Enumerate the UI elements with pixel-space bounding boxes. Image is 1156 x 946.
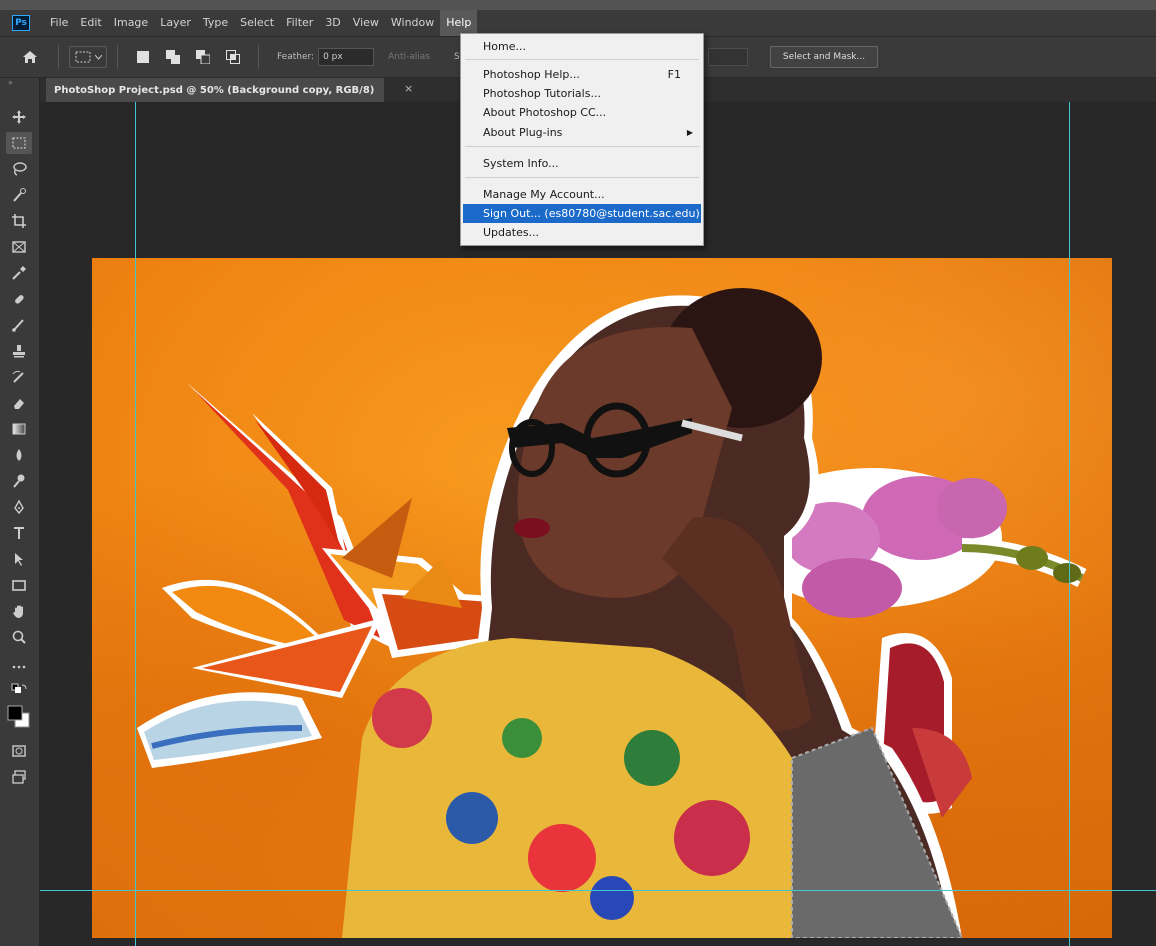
- crop-tool-icon[interactable]: [6, 210, 32, 232]
- foreground-background-colors[interactable]: [6, 702, 32, 734]
- vertical-guide[interactable]: [1069, 102, 1070, 946]
- blur-tool-icon[interactable]: [6, 444, 32, 466]
- feather-label: Feather:: [277, 52, 315, 62]
- menu-3d[interactable]: 3D: [319, 10, 346, 36]
- eyedropper-tool-icon[interactable]: [6, 262, 32, 284]
- edit-toolbar-icon[interactable]: [6, 656, 32, 678]
- intersect-with-selection-icon[interactable]: [225, 49, 241, 65]
- menu-item-home[interactable]: Home...: [463, 37, 701, 56]
- brush-tool-icon[interactable]: [6, 314, 32, 336]
- menu-item-photoshop-tutorials[interactable]: Photoshop Tutorials...: [463, 84, 701, 103]
- default-colors-icon[interactable]: [6, 683, 32, 698]
- menu-type[interactable]: Type: [197, 10, 234, 36]
- collage-artwork: [137, 288, 1087, 938]
- menu-item-about-plug-ins[interactable]: About Plug-ins ▶: [463, 123, 701, 142]
- rectangular-marquee-tool-icon[interactable]: [6, 132, 32, 154]
- clone-stamp-tool-icon[interactable]: [6, 340, 32, 362]
- document-canvas[interactable]: [92, 258, 1112, 938]
- menu-item-photoshop-help[interactable]: Photoshop Help... F1: [463, 65, 701, 84]
- tools-panel: »: [0, 78, 40, 946]
- history-brush-tool-icon[interactable]: [6, 366, 32, 388]
- menu-image[interactable]: Image: [108, 10, 154, 36]
- collapse-arrows-icon[interactable]: »: [8, 78, 13, 87]
- height-field[interactable]: [708, 48, 748, 66]
- marquee-preset-icon: [75, 51, 90, 63]
- menu-filter[interactable]: Filter: [280, 10, 319, 36]
- hand-tool-icon[interactable]: [6, 600, 32, 622]
- move-tool-icon[interactable]: [6, 106, 32, 128]
- select-and-mask-button[interactable]: Select and Mask...: [770, 46, 878, 68]
- submenu-arrow-icon: ▶: [686, 128, 693, 137]
- new-selection-icon[interactable]: [135, 49, 151, 65]
- menu-item-updates[interactable]: Updates...: [463, 223, 701, 242]
- gradient-tool-icon[interactable]: [6, 418, 32, 440]
- photoshop-window: Ps File Edit Image Layer Type Select Fil…: [0, 0, 1156, 946]
- separator: [465, 177, 699, 178]
- menu-view[interactable]: View: [347, 10, 385, 36]
- pen-tool-icon[interactable]: [6, 496, 32, 518]
- separator: [58, 45, 59, 69]
- menu-item-system-info[interactable]: System Info...: [463, 154, 701, 173]
- add-to-selection-icon[interactable]: [165, 49, 181, 65]
- menu-select[interactable]: Select: [234, 10, 280, 36]
- subtract-from-selection-icon[interactable]: [195, 49, 211, 65]
- tool-preset-picker[interactable]: [69, 46, 107, 68]
- path-selection-tool-icon[interactable]: [6, 548, 32, 570]
- lasso-tool-icon[interactable]: [6, 158, 32, 180]
- close-tab-icon[interactable]: ×: [404, 82, 413, 95]
- help-menu-dropdown: Home... Photoshop Help... F1 Photoshop Tu…: [460, 33, 704, 246]
- screen-mode-icon[interactable]: [6, 766, 32, 788]
- menu-item-manage-account[interactable]: Manage My Account...: [463, 185, 701, 204]
- menu-item-sign-out[interactable]: Sign Out... (es80780@student.sac.edu): [463, 204, 701, 223]
- document-tab[interactable]: PhotoShop Project.psd @ 50% (Background …: [46, 78, 384, 102]
- shortcut-label: F1: [667, 68, 681, 81]
- vertical-guide[interactable]: [135, 102, 136, 946]
- menu-item-about-photoshop[interactable]: About Photoshop CC...: [463, 103, 701, 122]
- quick-selection-tool-icon[interactable]: [6, 184, 32, 206]
- separator: [258, 45, 259, 69]
- photoshop-logo-icon: Ps: [12, 15, 30, 31]
- rectangle-tool-icon[interactable]: [6, 574, 32, 596]
- menu-file[interactable]: File: [44, 10, 74, 36]
- dodge-tool-icon[interactable]: [6, 470, 32, 492]
- separator: [465, 146, 699, 147]
- home-icon[interactable]: [12, 39, 48, 75]
- zoom-tool-icon[interactable]: [6, 626, 32, 648]
- eraser-tool-icon[interactable]: [6, 392, 32, 414]
- separator: [117, 45, 118, 69]
- chevron-down-icon: [94, 54, 102, 60]
- menu-layer[interactable]: Layer: [154, 10, 197, 36]
- separator: [465, 59, 699, 60]
- horizontal-guide[interactable]: [40, 890, 1156, 891]
- anti-alias-checkbox[interactable]: Anti-alias: [388, 52, 430, 62]
- spot-healing-brush-icon[interactable]: [6, 288, 32, 310]
- frame-tool-icon[interactable]: [6, 236, 32, 258]
- menu-edit[interactable]: Edit: [74, 10, 107, 36]
- menu-window[interactable]: Window: [385, 10, 440, 36]
- feather-input[interactable]: 0 px: [318, 48, 375, 66]
- quick-mask-icon[interactable]: [6, 740, 32, 762]
- type-tool-icon[interactable]: [6, 522, 32, 544]
